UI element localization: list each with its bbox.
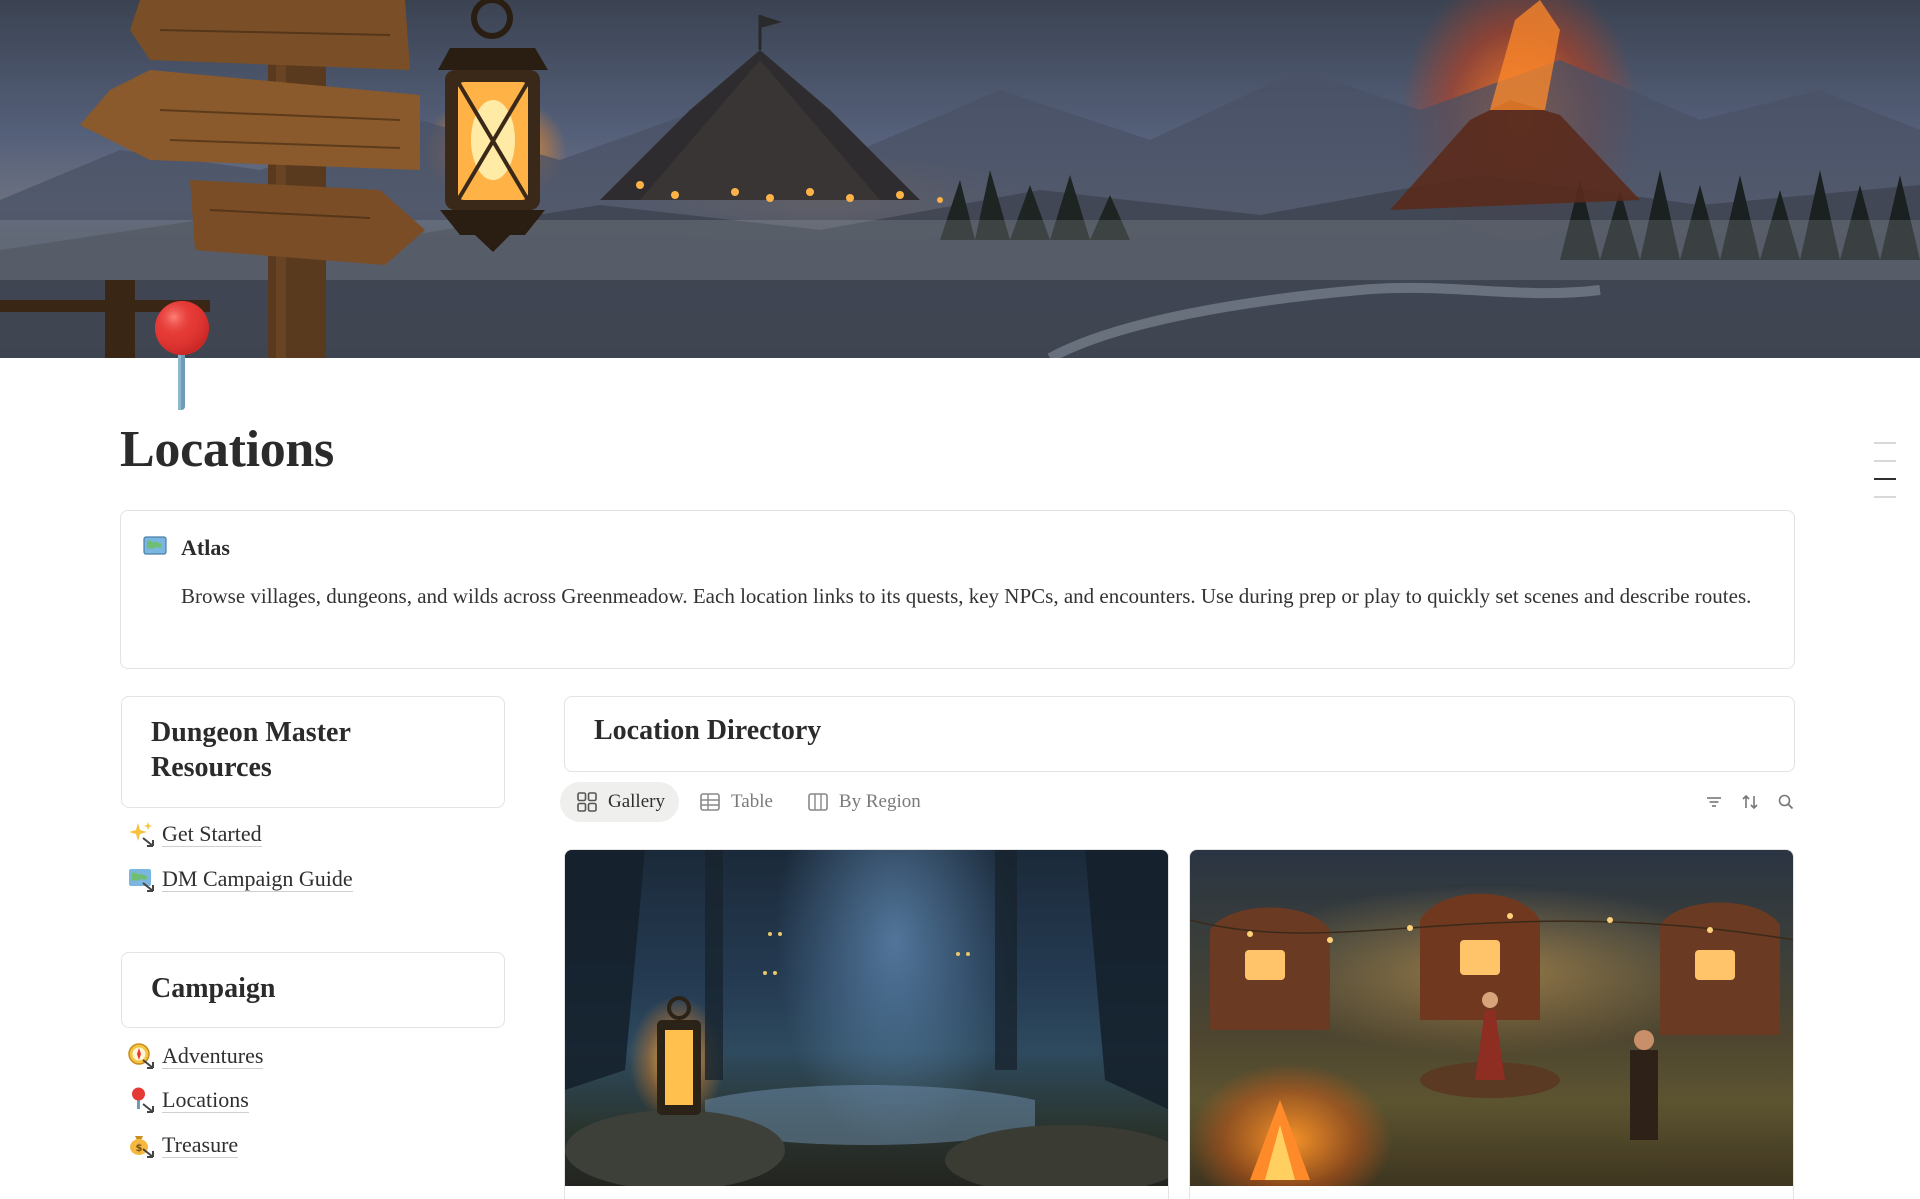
toc-mark[interactable] <box>1874 496 1896 498</box>
view-tab-table[interactable]: Table <box>683 782 787 822</box>
sparkles-icon <box>127 820 155 848</box>
page-pushpin-icon[interactable] <box>152 296 212 414</box>
campaign-heading: Campaign <box>151 973 276 1004</box>
card-illustration <box>565 850 1168 1186</box>
link-label[interactable]: Locations <box>162 1087 249 1113</box>
world-map-icon <box>127 865 155 893</box>
link-adventures[interactable]: Adventures <box>127 1038 264 1074</box>
dm-resources-heading: Dungeon Master Resources <box>151 717 351 783</box>
callout-title: Atlas <box>181 535 230 560</box>
atlas-callout: Atlas Browse villages, dungeons, and wil… <box>120 510 1795 669</box>
link-label[interactable]: Treasure <box>162 1132 239 1158</box>
location-directory-heading: Location Directory <box>594 715 822 746</box>
view-tab-gallery[interactable]: Gallery <box>560 782 679 822</box>
view-tab-by-region[interactable]: By Region <box>791 782 935 822</box>
location-card[interactable] <box>1189 849 1794 1199</box>
location-card[interactable] <box>564 849 1169 1199</box>
table-icon <box>700 793 720 811</box>
link-label[interactable]: DM Campaign Guide <box>162 866 353 892</box>
link-get-started[interactable]: Get Started <box>127 816 262 852</box>
database-toolbar <box>1690 790 1798 814</box>
location-directory-header-box: Location Directory <box>564 696 1795 772</box>
view-tab-label: By Region <box>838 791 921 812</box>
svg-text:$: $ <box>136 1143 143 1154</box>
link-dm-campaign-guide[interactable]: DM Campaign Guide <box>127 861 353 897</box>
gallery-grid-icon <box>577 792 597 812</box>
dm-resources-header-box: Dungeon Master Resources <box>121 696 505 808</box>
search-icon[interactable] <box>1774 790 1798 814</box>
compass-icon <box>127 1042 155 1070</box>
database-view-tabs: Gallery Table By Region <box>560 782 939 822</box>
round-pushpin-icon <box>127 1086 155 1114</box>
callout-body: Browse villages, dungeons, and wilds acr… <box>181 584 1752 608</box>
card-illustration <box>1190 893 1793 1180</box>
cover-illustration <box>0 0 1920 358</box>
filter-icon[interactable] <box>1702 790 1726 814</box>
view-tab-label: Gallery <box>608 791 665 812</box>
money-bag-icon: $ <box>127 1131 155 1159</box>
view-tab-label: Table <box>730 791 773 812</box>
cover-image <box>0 0 1920 358</box>
link-label[interactable]: Adventures <box>162 1043 264 1069</box>
toc-mark[interactable] <box>1874 460 1896 462</box>
sort-icon[interactable] <box>1738 790 1762 814</box>
toc-mark-active[interactable] <box>1874 478 1896 480</box>
world-map-icon <box>143 535 167 557</box>
link-locations[interactable]: Locations <box>127 1082 249 1118</box>
link-label[interactable]: Get Started <box>162 821 262 847</box>
campaign-header-box: Campaign <box>121 952 505 1028</box>
page-title[interactable]: Locations <box>120 420 334 479</box>
link-treasure[interactable]: $ Treasure <box>127 1127 239 1163</box>
toc-mark[interactable] <box>1874 442 1896 444</box>
board-columns-icon <box>808 793 828 811</box>
table-of-contents-outline[interactable] <box>1874 442 1896 514</box>
